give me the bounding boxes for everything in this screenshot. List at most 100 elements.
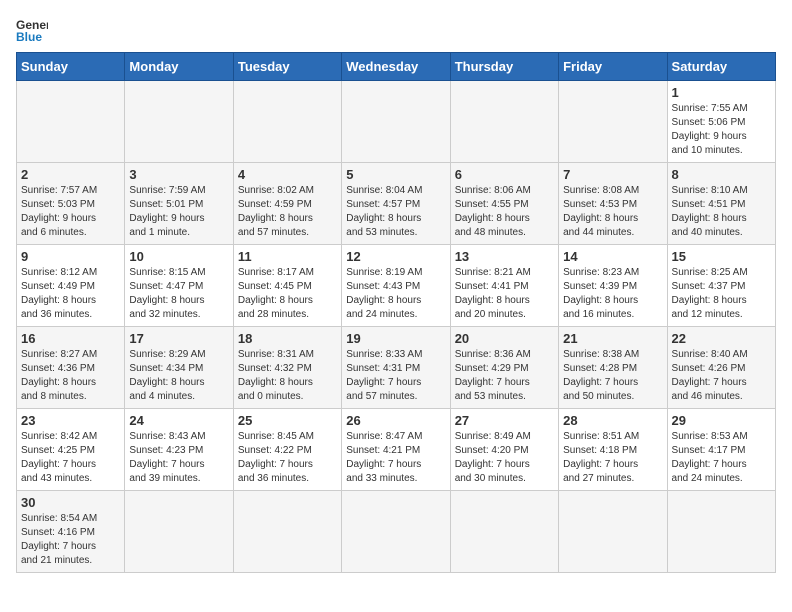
day-number: 11	[238, 249, 337, 264]
calendar-cell: 30 Sunrise: 8:54 AM Sunset: 4:16 PM Dayli…	[17, 491, 125, 573]
day-info: Sunrise: 7:55 AM Sunset: 5:06 PM Dayligh…	[672, 102, 771, 158]
day-info: Sunrise: 8:42 AM Sunset: 4:25 PM Dayligh…	[21, 430, 120, 486]
day-number: 16	[21, 331, 120, 346]
day-number: 21	[563, 331, 662, 346]
col-header-tuesday: Tuesday	[233, 53, 341, 81]
col-header-monday: Monday	[125, 53, 233, 81]
calendar-week-row: 23 Sunrise: 8:42 AM Sunset: 4:25 PM Dayli…	[17, 409, 776, 491]
day-number: 12	[346, 249, 445, 264]
calendar-cell: 12 Sunrise: 8:19 AM Sunset: 4:43 PM Dayli…	[342, 245, 450, 327]
day-info: Sunrise: 7:59 AM Sunset: 5:01 PM Dayligh…	[129, 184, 228, 240]
day-info: Sunrise: 8:10 AM Sunset: 4:51 PM Dayligh…	[672, 184, 771, 240]
day-info: Sunrise: 8:40 AM Sunset: 4:26 PM Dayligh…	[672, 348, 771, 404]
calendar-cell: 17 Sunrise: 8:29 AM Sunset: 4:34 PM Dayli…	[125, 327, 233, 409]
calendar-cell: 29 Sunrise: 8:53 AM Sunset: 4:17 PM Dayli…	[667, 409, 775, 491]
calendar-cell: 8Sunrise: 8:10 AM Sunset: 4:51 PM Daylig…	[667, 163, 775, 245]
logo-icon: General Blue	[16, 16, 48, 44]
calendar-header-row: SundayMondayTuesdayWednesdayThursdayFrid…	[17, 53, 776, 81]
day-number: 25	[238, 413, 337, 428]
day-number: 4	[238, 167, 337, 182]
calendar-cell	[342, 491, 450, 573]
calendar-cell: 16 Sunrise: 8:27 AM Sunset: 4:36 PM Dayli…	[17, 327, 125, 409]
day-info: Sunrise: 8:51 AM Sunset: 4:18 PM Dayligh…	[563, 430, 662, 486]
day-number: 30	[21, 495, 120, 510]
day-number: 27	[455, 413, 554, 428]
calendar-cell: 27 Sunrise: 8:49 AM Sunset: 4:20 PM Dayli…	[450, 409, 558, 491]
day-number: 18	[238, 331, 337, 346]
day-number: 17	[129, 331, 228, 346]
calendar-cell: 5Sunrise: 8:04 AM Sunset: 4:57 PM Daylig…	[342, 163, 450, 245]
calendar-cell	[17, 81, 125, 163]
day-info: Sunrise: 8:08 AM Sunset: 4:53 PM Dayligh…	[563, 184, 662, 240]
calendar-cell	[233, 81, 341, 163]
day-info: Sunrise: 8:45 AM Sunset: 4:22 PM Dayligh…	[238, 430, 337, 486]
calendar-cell	[233, 491, 341, 573]
day-info: Sunrise: 8:12 AM Sunset: 4:49 PM Dayligh…	[21, 266, 120, 322]
day-number: 29	[672, 413, 771, 428]
day-number: 10	[129, 249, 228, 264]
calendar-cell: 20Sunrise: 8:36 AM Sunset: 4:29 PM Dayli…	[450, 327, 558, 409]
calendar-cell: 26 Sunrise: 8:47 AM Sunset: 4:21 PM Dayli…	[342, 409, 450, 491]
day-info: Sunrise: 8:53 AM Sunset: 4:17 PM Dayligh…	[672, 430, 771, 486]
calendar-cell: 13Sunrise: 8:21 AM Sunset: 4:41 PM Dayli…	[450, 245, 558, 327]
day-info: Sunrise: 8:17 AM Sunset: 4:45 PM Dayligh…	[238, 266, 337, 322]
day-info: Sunrise: 8:19 AM Sunset: 4:43 PM Dayligh…	[346, 266, 445, 322]
day-info: Sunrise: 8:27 AM Sunset: 4:36 PM Dayligh…	[21, 348, 120, 404]
day-number: 24	[129, 413, 228, 428]
day-info: Sunrise: 8:47 AM Sunset: 4:21 PM Dayligh…	[346, 430, 445, 486]
day-info: Sunrise: 8:33 AM Sunset: 4:31 PM Dayligh…	[346, 348, 445, 404]
day-number: 22	[672, 331, 771, 346]
calendar-cell	[559, 491, 667, 573]
col-header-wednesday: Wednesday	[342, 53, 450, 81]
day-number: 14	[563, 249, 662, 264]
day-number: 19	[346, 331, 445, 346]
calendar-cell: 4 Sunrise: 8:02 AM Sunset: 4:59 PM Daylig…	[233, 163, 341, 245]
day-number: 23	[21, 413, 120, 428]
day-info: Sunrise: 8:49 AM Sunset: 4:20 PM Dayligh…	[455, 430, 554, 486]
calendar-cell: 25 Sunrise: 8:45 AM Sunset: 4:22 PM Dayli…	[233, 409, 341, 491]
col-header-saturday: Saturday	[667, 53, 775, 81]
calendar-cell: 2Sunrise: 7:57 AM Sunset: 5:03 PM Daylig…	[17, 163, 125, 245]
day-number: 3	[129, 167, 228, 182]
day-number: 20	[455, 331, 554, 346]
day-info: Sunrise: 8:02 AM Sunset: 4:59 PM Dayligh…	[238, 184, 337, 240]
day-info: Sunrise: 8:54 AM Sunset: 4:16 PM Dayligh…	[21, 512, 120, 568]
calendar-week-row: 1Sunrise: 7:55 AM Sunset: 5:06 PM Daylig…	[17, 81, 776, 163]
calendar-cell: 6 Sunrise: 8:06 AM Sunset: 4:55 PM Daylig…	[450, 163, 558, 245]
calendar-cell	[125, 491, 233, 573]
day-info: Sunrise: 8:29 AM Sunset: 4:34 PM Dayligh…	[129, 348, 228, 404]
calendar-cell: 22 Sunrise: 8:40 AM Sunset: 4:26 PM Dayli…	[667, 327, 775, 409]
calendar-cell: 9Sunrise: 8:12 AM Sunset: 4:49 PM Daylig…	[17, 245, 125, 327]
calendar-cell	[559, 81, 667, 163]
calendar-cell: 19 Sunrise: 8:33 AM Sunset: 4:31 PM Dayli…	[342, 327, 450, 409]
day-info: Sunrise: 8:06 AM Sunset: 4:55 PM Dayligh…	[455, 184, 554, 240]
calendar-cell: 24 Sunrise: 8:43 AM Sunset: 4:23 PM Dayli…	[125, 409, 233, 491]
calendar-cell: 14Sunrise: 8:23 AM Sunset: 4:39 PM Dayli…	[559, 245, 667, 327]
day-number: 26	[346, 413, 445, 428]
calendar-cell: 15 Sunrise: 8:25 AM Sunset: 4:37 PM Dayli…	[667, 245, 775, 327]
day-number: 13	[455, 249, 554, 264]
day-info: Sunrise: 8:25 AM Sunset: 4:37 PM Dayligh…	[672, 266, 771, 322]
calendar-cell	[342, 81, 450, 163]
day-info: Sunrise: 8:15 AM Sunset: 4:47 PM Dayligh…	[129, 266, 228, 322]
day-info: Sunrise: 8:43 AM Sunset: 4:23 PM Dayligh…	[129, 430, 228, 486]
day-number: 6	[455, 167, 554, 182]
day-number: 5	[346, 167, 445, 182]
svg-text:Blue: Blue	[16, 30, 42, 44]
day-info: Sunrise: 8:38 AM Sunset: 4:28 PM Dayligh…	[563, 348, 662, 404]
calendar-cell: 28 Sunrise: 8:51 AM Sunset: 4:18 PM Dayli…	[559, 409, 667, 491]
day-number: 7	[563, 167, 662, 182]
calendar-table: SundayMondayTuesdayWednesdayThursdayFrid…	[16, 52, 776, 573]
calendar-cell: 21 Sunrise: 8:38 AM Sunset: 4:28 PM Dayli…	[559, 327, 667, 409]
calendar-cell: 11 Sunrise: 8:17 AM Sunset: 4:45 PM Dayli…	[233, 245, 341, 327]
calendar-cell	[667, 491, 775, 573]
day-number: 15	[672, 249, 771, 264]
day-info: Sunrise: 8:31 AM Sunset: 4:32 PM Dayligh…	[238, 348, 337, 404]
page-header: General Blue	[16, 16, 776, 44]
day-number: 28	[563, 413, 662, 428]
calendar-week-row: 16 Sunrise: 8:27 AM Sunset: 4:36 PM Dayli…	[17, 327, 776, 409]
calendar-cell	[450, 81, 558, 163]
calendar-cell: 23 Sunrise: 8:42 AM Sunset: 4:25 PM Dayli…	[17, 409, 125, 491]
calendar-cell: 18 Sunrise: 8:31 AM Sunset: 4:32 PM Dayli…	[233, 327, 341, 409]
day-info: Sunrise: 7:57 AM Sunset: 5:03 PM Dayligh…	[21, 184, 120, 240]
